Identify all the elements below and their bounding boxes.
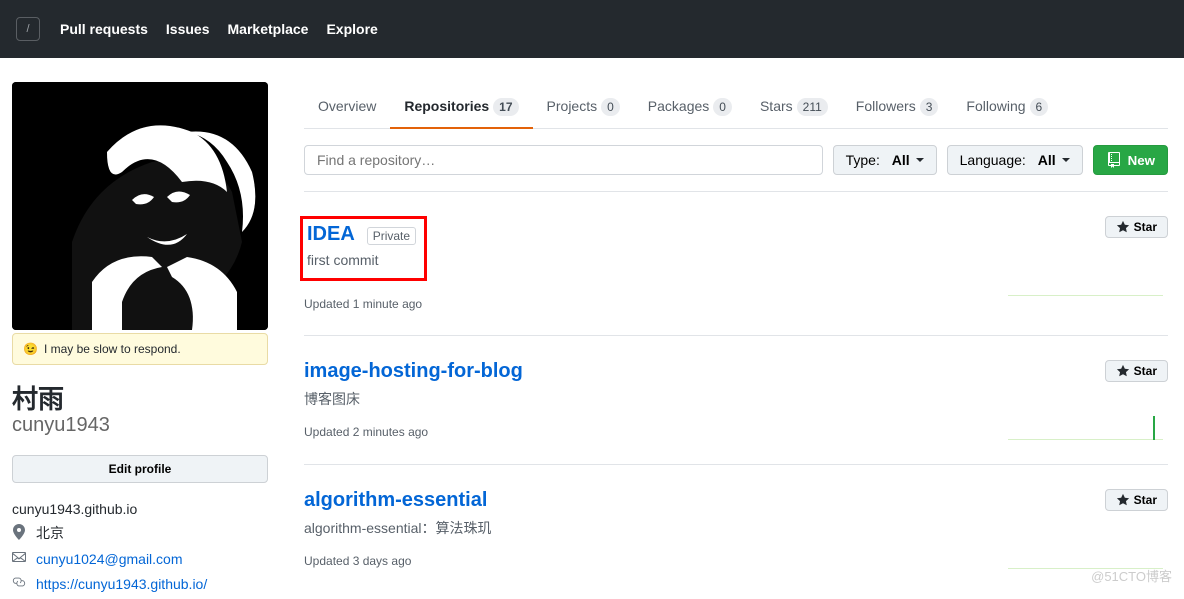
tab-label: Projects [547,98,598,114]
tab-overview[interactable]: Overview [304,82,390,128]
logo-icon[interactable]: / [16,17,40,41]
edit-profile-button[interactable]: Edit profile [12,455,268,483]
top-navbar: / Pull requests Issues Marketplace Explo… [0,0,1184,58]
repo-item: image-hosting-for-blog 博客图床 Updated 2 mi… [304,336,1168,465]
meta-email: cunyu1024@gmail.com [12,549,268,568]
repo-updated: Updated 2 minutes ago [304,425,1008,439]
repo-name-link[interactable]: algorithm-essential [304,489,487,511]
watermark: @51CTO博客 [1091,566,1172,585]
tab-label: Following [966,98,1025,114]
tab-packages[interactable]: Packages0 [634,82,746,128]
profile-tabs: Overview Repositories17 Projects0 Packag… [304,82,1168,129]
avatar[interactable] [12,82,268,330]
repo-name-link[interactable]: image-hosting-for-blog [304,360,523,382]
tab-label: Stars [760,98,793,114]
display-name: 村雨 [12,379,268,416]
location-text: 北京 [36,523,64,543]
nav-issues[interactable]: Issues [166,21,210,37]
activity-sparkline [1008,539,1163,569]
main-content: Overview Repositories17 Projects0 Packag… [304,82,1168,599]
nav-pull-requests[interactable]: Pull requests [60,21,148,37]
repo-item: algorithm-essential algorithm-essential：… [304,465,1168,593]
star-icon [1116,493,1130,507]
star-label: Star [1134,493,1157,507]
nav-explore[interactable]: Explore [326,21,377,37]
type-filter-button[interactable]: Type: All [833,145,937,175]
new-repo-button[interactable]: New [1093,145,1168,175]
repo-description: algorithm-essential：算法珠玑 [304,518,1008,538]
star-button[interactable]: Star [1105,489,1168,511]
meta-location: 北京 [12,523,268,543]
repo-icon [1106,152,1122,168]
tab-projects[interactable]: Projects0 [533,82,634,128]
tab-label: Overview [318,98,376,114]
new-label: New [1128,153,1155,168]
star-label: Star [1134,220,1157,234]
tab-label: Followers [856,98,916,114]
status-text: I may be slow to respond. [44,342,181,356]
website-text: cunyu1943.github.io [12,501,137,517]
meta-website: cunyu1943.github.io [12,501,268,517]
repo-description: first commit [303,252,416,268]
caret-down-icon [1062,158,1070,162]
mail-icon [12,549,28,568]
tab-counter: 0 [713,98,732,116]
repo-name-link[interactable]: IDEA [307,223,355,245]
lang-label: Language: [960,152,1026,168]
star-icon [1116,364,1130,378]
repo-visibility-badge: Private [367,227,416,245]
tab-counter: 0 [601,98,620,116]
star-button[interactable]: Star [1105,216,1168,238]
tab-counter: 211 [797,98,828,116]
location-icon [12,524,28,543]
tab-counter: 17 [493,98,518,116]
tab-counter: 3 [920,98,939,116]
profile-sidebar: 😉 I may be slow to respond. 村雨 cunyu1943… [12,82,268,599]
tab-repositories[interactable]: Repositories17 [390,82,532,128]
language-filter-button[interactable]: Language: All [947,145,1083,175]
link-icon [12,574,28,593]
status-emoji-icon: 😉 [23,342,38,356]
caret-down-icon [916,158,924,162]
username: cunyu1943 [12,414,268,437]
tab-counter: 6 [1030,98,1049,116]
email-link[interactable]: cunyu1024@gmail.com [36,551,183,567]
repo-updated: Updated 1 minute ago [304,297,1008,311]
repo-description: 博客图床 [304,389,1008,409]
tab-label: Repositories [404,98,489,114]
tab-label: Packages [648,98,709,114]
star-label: Star [1134,364,1157,378]
filter-row: Type: All Language: All New [304,145,1168,192]
status-box[interactable]: 😉 I may be slow to respond. [12,333,268,365]
top-nav-links: Pull requests Issues Marketplace Explore [60,21,378,37]
activity-sparkline [1008,266,1163,296]
tab-stars[interactable]: Stars211 [746,82,842,128]
tab-followers[interactable]: Followers3 [842,82,953,128]
star-button[interactable]: Star [1105,360,1168,382]
meta-link: https://cunyu1943.github.io/ [12,574,268,593]
lang-value: All [1038,152,1056,168]
activity-sparkline [1008,410,1163,440]
repo-updated: Updated 3 days ago [304,554,1008,568]
website-link[interactable]: https://cunyu1943.github.io/ [36,576,207,592]
repo-item: IDEA Private first commit Updated 1 minu… [304,192,1168,336]
tab-following[interactable]: Following 6 [952,82,1062,128]
search-input[interactable] [304,145,823,175]
nav-marketplace[interactable]: Marketplace [228,21,309,37]
type-value: All [892,152,910,168]
highlight-box: IDEA Private first commit [300,216,427,281]
star-icon [1116,220,1130,234]
type-label: Type: [846,152,880,168]
